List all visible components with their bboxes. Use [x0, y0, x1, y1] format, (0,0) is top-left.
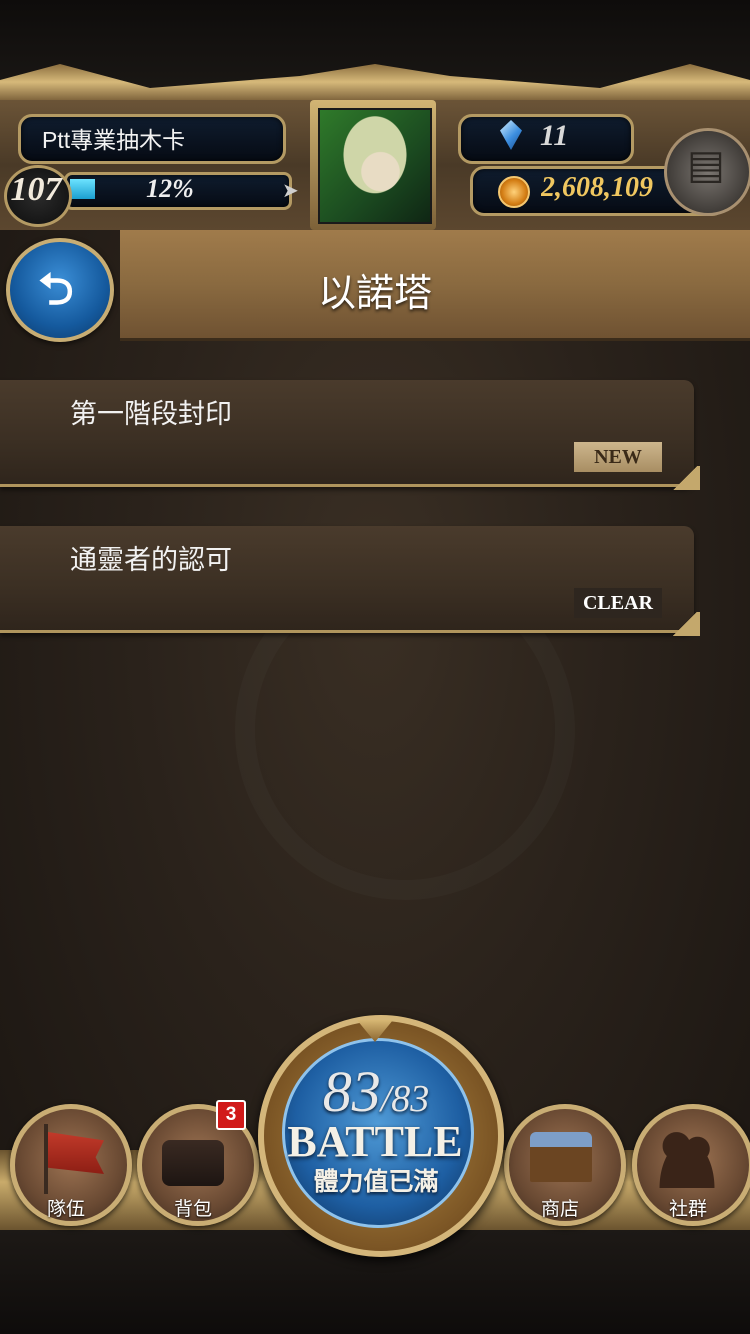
friends-icon [652, 1128, 722, 1188]
flag-pole-icon [44, 1124, 48, 1194]
stage-item[interactable]: 通靈者的認可 CLEAR [0, 526, 700, 636]
bag-label: 背包 [173, 1198, 212, 1220]
battle-label: BATTLE [287, 1117, 463, 1166]
coin-count: 2,608,109 [541, 172, 653, 203]
back-arrow-icon: ⮌ [38, 264, 74, 315]
menu-icon: ▤ [687, 142, 725, 188]
xp-arrow-icon: ➤ [282, 178, 299, 202]
social-label: 社群 [668, 1198, 707, 1220]
xp-bar-fill [70, 179, 95, 199]
treasure-chest-icon [530, 1132, 592, 1182]
corner-ornament [670, 612, 700, 636]
stamina-max: /83 [380, 1078, 430, 1120]
gem-count: 11 [540, 119, 569, 152]
stage-item[interactable]: 第一階段封印 NEW [0, 380, 700, 490]
xp-percent: 12% [146, 174, 194, 203]
page-title: 以諾塔 [317, 271, 432, 315]
team-label: 隊伍 [46, 1198, 85, 1220]
player-level: 107 [10, 171, 62, 208]
bag-icon [162, 1140, 224, 1186]
stamina-current: 83 [322, 1059, 381, 1124]
stamina-display: 83/83 [286, 1058, 466, 1125]
new-badge: NEW [574, 442, 662, 472]
shop-label: 商店 [540, 1198, 579, 1220]
player-name: Ptt專業抽木卡 [42, 127, 186, 153]
stage-title: 第一階段封印 [70, 399, 232, 430]
bag-notification-badge: 3 [216, 1100, 246, 1130]
avatar[interactable] [318, 108, 432, 224]
stamina-status: 體力值已滿 [313, 1167, 439, 1196]
stage-title: 通靈者的認可 [70, 545, 232, 576]
clear-badge: CLEAR [574, 588, 662, 618]
corner-ornament [670, 466, 700, 490]
coin-icon [498, 176, 530, 208]
